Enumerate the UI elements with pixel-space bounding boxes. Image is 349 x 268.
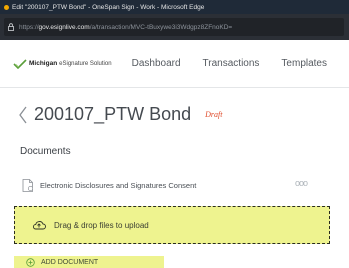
brand-name: Michigan xyxy=(29,60,58,67)
nav-templates[interactable]: Templates xyxy=(281,58,327,69)
cloud-upload-icon xyxy=(32,221,46,230)
url-bar[interactable]: https://gov.esignlive.com/a/transaction/… xyxy=(4,18,344,36)
add-document-button[interactable]: ADD DOCUMENT xyxy=(14,256,164,268)
app-icon xyxy=(4,4,9,10)
brand-logo[interactable]: Michigan eSignature Solution xyxy=(13,58,124,69)
dropzone-label: Drag & drop files to upload xyxy=(54,220,149,230)
nav-transactions[interactable]: Transactions xyxy=(203,58,260,69)
status-badge: Draft xyxy=(205,110,223,119)
browser-addressbar: https://gov.esignlive.com/a/transaction/… xyxy=(0,14,349,40)
window-title: Edit "200107_PTW Bond" - OneSpan Sign - … xyxy=(12,3,205,11)
document-icon xyxy=(22,178,34,192)
package-title[interactable]: 200107_PTW Bond xyxy=(34,104,191,125)
document-row[interactable]: Electronic Disclosures and Signatures Co… xyxy=(22,176,332,194)
file-dropzone[interactable]: Drag & drop files to upload xyxy=(14,206,330,244)
chevron-left-icon[interactable] xyxy=(18,106,28,124)
more-options-icon[interactable]: ooo xyxy=(295,178,308,188)
browser-titlebar: Edit "200107_PTW Bond" - OneSpan Sign - … xyxy=(0,0,349,14)
url-host: gov.esignlive.com xyxy=(38,23,90,31)
brand-subtitle: eSignature Solution xyxy=(59,60,112,67)
lock-icon xyxy=(8,23,14,31)
document-name[interactable]: Electronic Disclosures and Signatures Co… xyxy=(40,181,196,190)
nav-dashboard[interactable]: Dashboard xyxy=(132,58,181,69)
documents-heading: Documents xyxy=(20,146,71,157)
package-header: 200107_PTW Bond Draft xyxy=(18,104,222,125)
url-prefix: https:// xyxy=(19,23,39,31)
plus-circle-icon xyxy=(26,257,35,267)
add-document-label: ADD DOCUMENT xyxy=(41,258,99,266)
url-path: /a/transaction/MVC-tBuxywe3i3Wdgpz8ZFnoK… xyxy=(89,23,233,31)
checkmark-logo-icon xyxy=(13,58,27,69)
app-navbar: Michigan eSignature Solution Dashboard T… xyxy=(0,40,349,88)
